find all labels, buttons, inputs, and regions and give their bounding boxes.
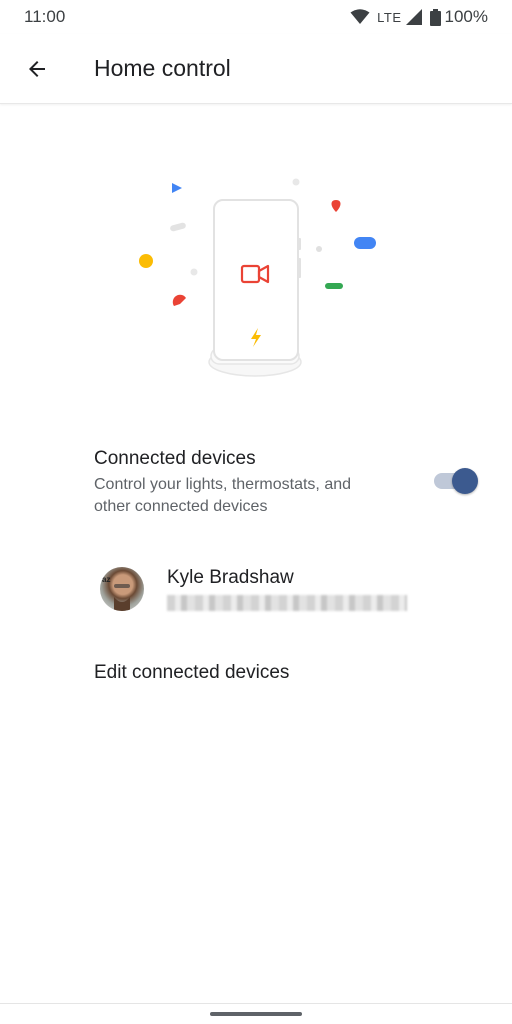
gesture-navigation-bar[interactable] <box>210 1012 302 1016</box>
signal-icon <box>405 9 422 25</box>
toggle-thumb <box>452 468 478 494</box>
screen: 11:00 LTE 100% Home control Connected de… <box>0 0 512 1024</box>
grey-dot-right-shape <box>316 246 322 252</box>
grey-dot-top-shape <box>292 178 300 186</box>
blue-triangle-shape <box>172 183 182 193</box>
green-dash-shape <box>325 283 343 289</box>
connected-devices-title: Connected devices <box>94 448 256 469</box>
connected-devices-setting[interactable]: Connected devices Control your lights, t… <box>94 447 484 521</box>
yellow-dot-shape <box>139 254 153 268</box>
page-title: Home control <box>94 55 231 81</box>
avatar: az <box>100 567 144 611</box>
red-pin-shape <box>331 200 341 212</box>
status-time: 11:00 <box>24 7 66 26</box>
blue-pill-shape <box>354 237 376 249</box>
status-icons: LTE 100% <box>350 7 488 27</box>
back-button[interactable] <box>13 45 61 93</box>
battery-icon <box>429 8 441 26</box>
account-row[interactable]: az Kyle Bradshaw ●●●●●●●●●●●●●●●●●●●●●●●… <box>100 563 420 615</box>
arrow-back-icon <box>29 60 45 77</box>
wifi-icon <box>350 9 370 24</box>
avatar-image: az <box>102 575 130 611</box>
bottom-divider <box>0 1003 512 1004</box>
network-type: LTE <box>377 9 402 25</box>
svg-text:az: az <box>102 575 110 584</box>
red-halfmoon-shape <box>172 294 186 306</box>
status-bar: 11:00 LTE 100% <box>0 0 512 34</box>
account-email: ●●●●●●●●●●●●●●●●●●●●●●●●●●●● <box>167 595 407 611</box>
connected-devices-subtitle: Control your lights, thermostats, and ot… <box>94 476 352 515</box>
account-name: Kyle Bradshaw <box>167 567 294 588</box>
battery-percent: 100% <box>444 7 488 26</box>
grey-dash-shape <box>170 222 186 232</box>
edit-connected-devices-link[interactable]: Edit connected devices <box>94 662 289 684</box>
connected-devices-toggle[interactable] <box>434 468 478 494</box>
home-control-illustration <box>139 178 376 377</box>
grey-dot-shape <box>190 268 198 276</box>
app-bar: Home control <box>0 34 512 104</box>
